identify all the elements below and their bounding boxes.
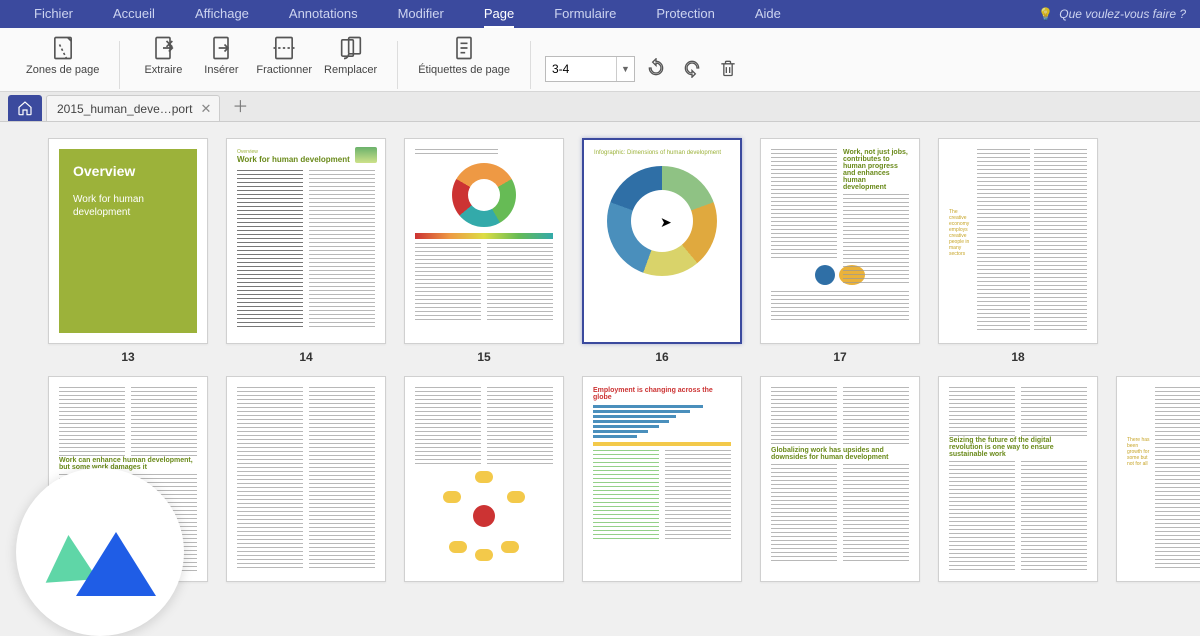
insert-icon	[207, 34, 235, 62]
menu-protect[interactable]: Protection	[636, 0, 735, 28]
add-tab-button[interactable]: ＋	[226, 95, 254, 121]
page-boxes-icon	[49, 34, 77, 62]
page-boxes-button[interactable]: Zones de page	[20, 32, 105, 78]
menu-bar: Fichier Accueil Affichage Annotations Mo…	[0, 0, 1200, 28]
thumbnail-row: Work can enhance human development, but …	[48, 376, 1152, 582]
page-thumbnail[interactable]: 15	[404, 138, 564, 364]
sidebar-note: There has been growth for some but not f…	[1127, 437, 1151, 467]
tell-me-hint[interactable]: Que voulez-vous faire ?	[1038, 7, 1186, 21]
tell-me-label: Que voulez-vous faire ?	[1059, 7, 1186, 21]
menu-file[interactable]: Fichier	[14, 0, 93, 28]
page-thumbnail[interactable]: Overview Work for human development 13	[48, 138, 208, 364]
rotate-ccw-button[interactable]	[641, 53, 671, 83]
page-thumbnail[interactable]: Work, not just jobs, contributes to huma…	[760, 138, 920, 364]
bar-chart-icon	[593, 405, 731, 438]
close-tab-icon[interactable]: ✕	[200, 101, 211, 117]
page-thumbnail[interactable]	[226, 376, 386, 582]
page-range-select[interactable]: ▼	[545, 56, 635, 82]
home-tab[interactable]	[8, 95, 42, 121]
figure-caption: Infographic: Dimensions of human develop…	[594, 150, 730, 156]
insert-label: Insérer	[204, 64, 238, 76]
split-button[interactable]: Fractionner	[250, 32, 318, 78]
document-tab-label: 2015_human_deve…port	[57, 102, 192, 116]
home-icon	[17, 100, 33, 116]
split-label: Fractionner	[256, 64, 312, 76]
page-thumbnail[interactable]: There has been growth for some but not f…	[1116, 376, 1200, 582]
tab-strip: 2015_human_deve…port ✕ ＋	[0, 92, 1200, 122]
page-number: 16	[655, 350, 668, 364]
page-number: 18	[1011, 350, 1024, 364]
menu-view[interactable]: Affichage	[175, 0, 269, 28]
page-thumbnail[interactable]	[404, 376, 564, 582]
replace-icon	[337, 34, 365, 62]
thumbnail-row: Overview Work for human development 13 O…	[48, 138, 1152, 364]
page-labels-button[interactable]: Étiquettes de page	[412, 32, 516, 78]
extract-icon	[149, 34, 177, 62]
rotate-cw-button[interactable]	[677, 53, 707, 83]
page-thumbnail[interactable]: The creative economy employs creative pe…	[938, 138, 1098, 364]
page-boxes-label: Zones de page	[26, 64, 99, 76]
extract-label: Extraire	[144, 64, 182, 76]
page-thumbnail[interactable]: Employment is changing across the globe	[582, 376, 742, 582]
cover-subtitle: Work for human development	[73, 193, 183, 219]
section-heading: Work can enhance human development, but …	[59, 457, 197, 471]
menu-page[interactable]: Page	[464, 0, 534, 28]
page-thumbnail[interactable]: Globalizing work has upsides and downsid…	[760, 376, 920, 582]
section-heading: Globalizing work has upsides and downsid…	[771, 447, 909, 461]
spider-diagram-icon	[439, 471, 529, 561]
logo-triangle-blue	[76, 532, 156, 596]
replace-button[interactable]: Remplacer	[318, 32, 383, 78]
page-number: 14	[299, 350, 312, 364]
page-range-input[interactable]	[546, 57, 616, 81]
menu-annotations[interactable]: Annotations	[269, 0, 378, 28]
donut-chart-icon	[452, 163, 516, 227]
menu-home[interactable]: Accueil	[93, 0, 175, 28]
page-number: 13	[121, 350, 134, 364]
section-heading: Seizing the future of the digital revolu…	[949, 437, 1087, 458]
cursor-icon: ➤	[660, 214, 672, 231]
replace-label: Remplacer	[324, 64, 377, 76]
page-ribbon: Zones de page Extraire Insérer Fractionn…	[0, 28, 1200, 92]
section-heading: Employment is changing across the globe	[593, 387, 731, 401]
cover-title: Overview	[73, 163, 183, 179]
section-heading: Work, not just jobs, contributes to huma…	[843, 149, 909, 191]
menu-edit[interactable]: Modifier	[378, 0, 464, 28]
page-labels-label: Étiquettes de page	[418, 64, 510, 76]
delete-button[interactable]	[713, 53, 743, 83]
page-number: 17	[833, 350, 846, 364]
lightbulb-icon	[1038, 7, 1053, 21]
chevron-down-icon[interactable]: ▼	[616, 57, 634, 81]
page-thumbnail[interactable]: Seizing the future of the digital revolu…	[938, 376, 1098, 582]
document-tab[interactable]: 2015_human_deve…port ✕	[46, 95, 220, 121]
menu-help[interactable]: Aide	[735, 0, 801, 28]
menu-form[interactable]: Formulaire	[534, 0, 636, 28]
sidebar-note: The creative economy employs creative pe…	[949, 209, 973, 257]
extract-button[interactable]: Extraire	[134, 32, 192, 78]
page-labels-icon	[450, 34, 478, 62]
page-number: 15	[477, 350, 490, 364]
page-thumbnail-selected[interactable]: ➤ Infographic: Dimensions of human devel…	[582, 138, 742, 364]
watermark-logo	[16, 468, 184, 636]
insert-button[interactable]: Insérer	[192, 32, 250, 78]
page-thumbnail[interactable]: Overview Work for human development 14	[226, 138, 386, 364]
split-icon	[270, 34, 298, 62]
